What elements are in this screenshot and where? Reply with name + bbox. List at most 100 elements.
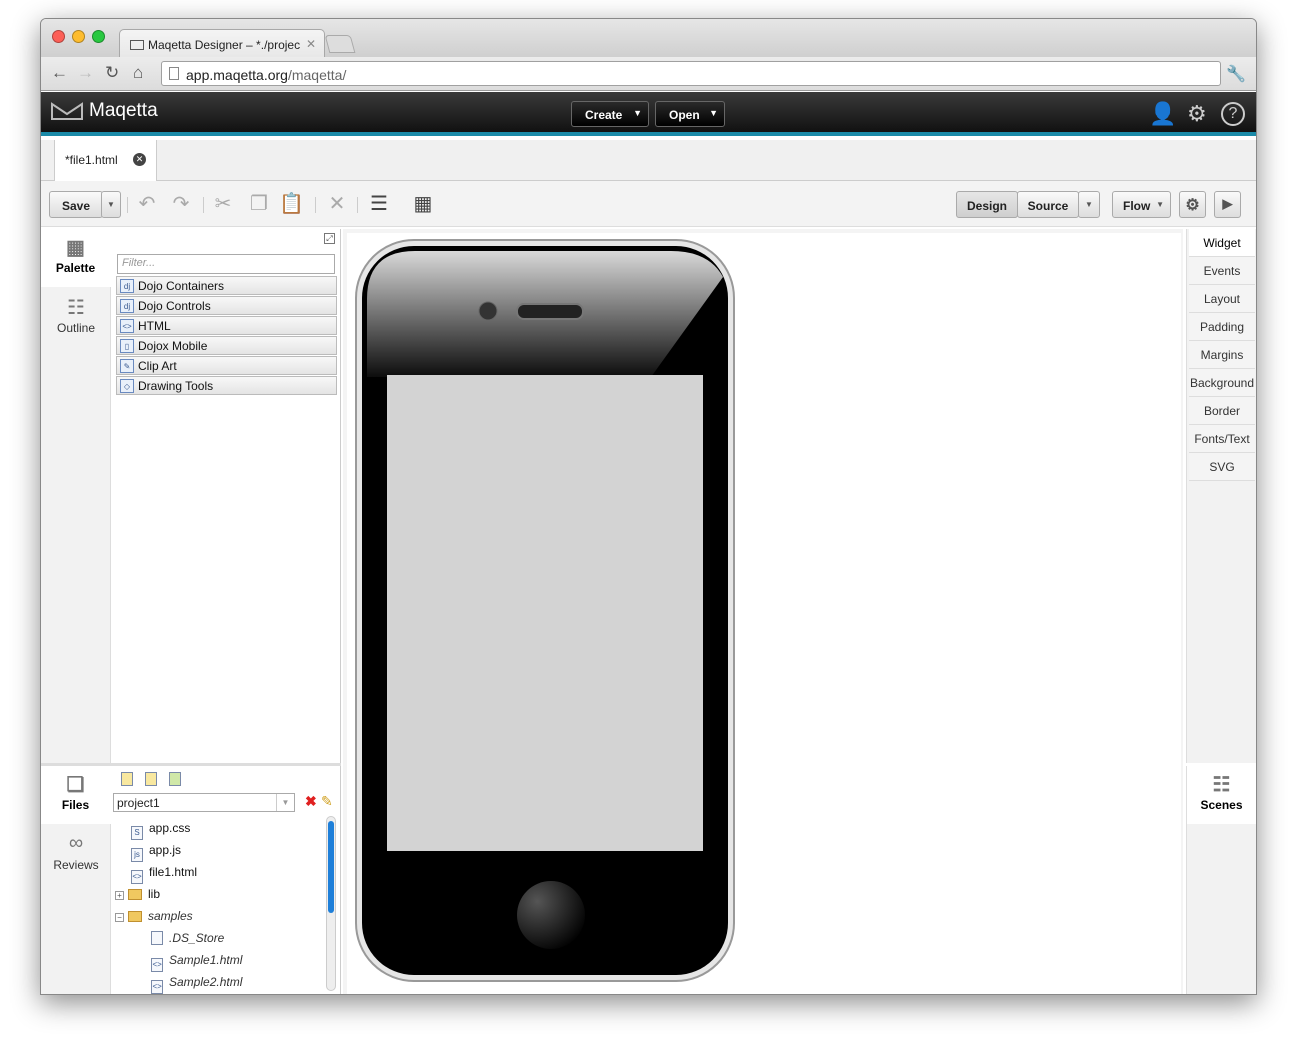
palette-section-dojox-mobile[interactable]: ▯ Dojox Mobile	[116, 336, 337, 355]
prop-tab-label: Events	[1203, 264, 1241, 278]
editor-tab-file1[interactable]: *file1.html ✕	[54, 140, 157, 182]
url-path: /maqetta/	[287, 67, 347, 83]
save-dropdown-button[interactable]: ▼	[101, 191, 121, 218]
palette-section-dojo-controls[interactable]: dj Dojo Controls	[116, 296, 337, 315]
preview-button[interactable]: ▶	[1214, 191, 1241, 218]
folder-item[interactable]: + lib	[115, 887, 160, 901]
scenes-tab[interactable]: ☷ Scenes	[1187, 766, 1256, 824]
close-window-icon[interactable]	[52, 30, 65, 43]
document-outline-icon[interactable]: ☰	[367, 192, 391, 216]
editor-toolbar: Save ▼ ↶ ↷ ✂ ❐ 📋 ✕ ☰ ▦ Design Source ▼ F…	[41, 181, 1256, 227]
new-tab-button[interactable]	[324, 35, 356, 53]
file-item[interactable]: .DS_Store	[151, 931, 224, 945]
back-arrow-icon[interactable]: ←	[51, 63, 68, 83]
palette-section-drawing-tools[interactable]: ◇ Drawing Tools	[116, 376, 337, 395]
file-item[interactable]: <> Sample1.html	[151, 953, 242, 972]
clip-art-icon: ✎	[120, 359, 134, 373]
collapse-icon[interactable]: −	[115, 913, 124, 922]
browser-tab[interactable]: Maqetta Designer – *./projec ✕	[119, 29, 325, 57]
file-item[interactable]: <> file1.html	[131, 865, 197, 884]
redo-icon[interactable]: ↷	[169, 192, 193, 216]
source-label: Source	[1027, 199, 1069, 213]
browser-tab-title: Maqetta Designer – *./projec	[148, 38, 301, 52]
browser-titlebar: Maqetta Designer – *./projec ✕	[41, 19, 1256, 57]
palette-section-clip-art[interactable]: ✎ Clip Art	[116, 356, 337, 375]
file-item[interactable]: Sapp.css	[131, 821, 190, 840]
prop-tab-widget[interactable]: Widget	[1189, 229, 1255, 257]
open-menu-button[interactable]: Open ▼	[655, 101, 725, 127]
new-folder-icon[interactable]	[145, 772, 157, 786]
iphone-device-frame[interactable]	[353, 237, 745, 987]
zoom-window-icon[interactable]	[92, 30, 105, 43]
undo-icon[interactable]: ↶	[135, 192, 159, 216]
browser-toolbar: ← → ↻ ⌂ app.maqetta.org/maqetta/ 🔧	[41, 57, 1256, 91]
paste-icon[interactable]: 📋	[279, 192, 304, 216]
file-item[interactable]: js app.js	[131, 843, 181, 862]
create-menu-button[interactable]: Create ▼	[571, 101, 649, 127]
flow-layout-button[interactable]: Flow ▼	[1112, 191, 1171, 218]
prop-tab-border[interactable]: Border	[1189, 397, 1255, 425]
design-mode-button[interactable]: Design	[956, 191, 1018, 218]
maximize-panel-icon[interactable]: ⤢	[324, 233, 335, 244]
project-select[interactable]: project1 ▼	[113, 793, 295, 812]
files-scrollbar[interactable]	[326, 816, 336, 991]
palette-section-html[interactable]: <> HTML	[116, 316, 337, 335]
palette-tab[interactable]: ▦ Palette	[41, 229, 111, 287]
prop-tab-background[interactable]: Background	[1189, 369, 1255, 397]
prop-tab-fonts-text[interactable]: Fonts/Text	[1189, 425, 1255, 453]
dijit-icon: dj	[120, 299, 134, 313]
app-logo: Maqetta	[51, 100, 158, 122]
cut-icon[interactable]: ✂	[211, 192, 235, 216]
create-menu-label: Create	[585, 108, 623, 122]
prop-tab-svg[interactable]: SVG	[1189, 453, 1255, 481]
forward-arrow-icon[interactable]: →	[77, 63, 94, 83]
minimize-window-icon[interactable]	[72, 30, 85, 43]
source-mode-button[interactable]: Source	[1017, 191, 1079, 218]
user-icon[interactable]: 👤	[1149, 101, 1176, 127]
gear-icon[interactable]: ⚙	[1187, 101, 1207, 127]
reviews-tab[interactable]: ∞ Reviews	[41, 826, 111, 884]
prop-tab-padding[interactable]: Padding	[1189, 313, 1255, 341]
palette-filter-input[interactable]: Filter...	[117, 254, 335, 274]
rename-project-icon[interactable]: ✎	[321, 793, 333, 810]
file-item[interactable]: <> Sample2.html	[151, 975, 242, 994]
palette-section-dojo-containers[interactable]: dj Dojo Containers	[116, 276, 337, 295]
page-icon	[169, 67, 179, 80]
folder-label: lib	[148, 887, 161, 901]
files-tab[interactable]: ❏ Files	[41, 766, 111, 824]
close-tab-icon[interactable]: ✕	[306, 37, 316, 51]
copy-icon[interactable]: ❐	[247, 192, 271, 216]
source-dropdown-button[interactable]: ▼	[1078, 191, 1100, 218]
outline-tab[interactable]: ☷ Outline	[41, 289, 111, 347]
prop-tab-events[interactable]: Events	[1189, 257, 1255, 285]
prop-tab-layout[interactable]: Layout	[1189, 285, 1255, 313]
phone-screen[interactable]	[387, 375, 703, 851]
upload-icon[interactable]	[169, 772, 181, 786]
palette-panel: ⤢ Filter... dj Dojo Containers dj Dojo Con…	[111, 229, 341, 763]
editor-tabs: *file1.html ✕	[41, 140, 1256, 182]
folder-item[interactable]: − samples	[115, 909, 193, 923]
table-icon[interactable]: ▦	[411, 192, 435, 216]
wrench-icon[interactable]: 🔧	[1226, 64, 1246, 84]
prop-tab-label: Fonts/Text	[1194, 432, 1250, 446]
toolbar-separator	[127, 197, 128, 213]
help-icon[interactable]: ?	[1221, 102, 1245, 126]
scrollbar-thumb[interactable]	[328, 821, 334, 913]
save-button[interactable]: Save	[49, 191, 103, 218]
delete-project-icon[interactable]: ✖	[305, 793, 317, 810]
prop-tab-margins[interactable]: Margins	[1189, 341, 1255, 369]
outline-tab-label: Outline	[56, 321, 96, 335]
canvas-content[interactable]	[347, 233, 1181, 994]
reload-icon[interactable]: ↻	[105, 63, 119, 83]
address-bar[interactable]: app.maqetta.org/maqetta/	[161, 61, 1221, 86]
design-label: Design	[966, 199, 1007, 213]
palette-section-label: HTML	[138, 319, 171, 333]
delete-icon[interactable]: ✕	[325, 192, 349, 216]
home-icon[interactable]: ⌂	[133, 63, 143, 83]
app-settings-button[interactable]: ⚙	[1179, 191, 1206, 218]
folder-icon	[128, 889, 142, 900]
expand-icon[interactable]: +	[115, 891, 124, 900]
chevron-down-icon: ▼	[276, 794, 294, 811]
new-file-icon[interactable]	[121, 772, 133, 786]
close-editor-tab-icon[interactable]: ✕	[133, 153, 146, 166]
